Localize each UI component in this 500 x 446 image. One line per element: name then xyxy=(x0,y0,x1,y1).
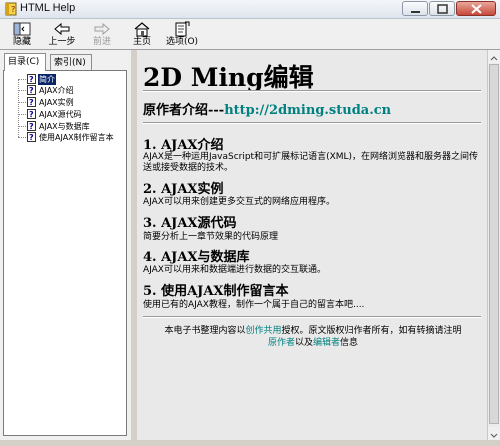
home-icon xyxy=(134,22,150,37)
options-document-icon xyxy=(175,21,190,37)
section-text: AJAX可以用来和数据端进行数据的交互联通。 xyxy=(143,265,326,275)
footer-text: 信息 xyxy=(340,338,359,348)
scroll-down-button[interactable] xyxy=(488,427,500,440)
tab-index[interactable]: 索引(N) xyxy=(50,54,92,70)
back-button[interactable]: 上一步 xyxy=(44,20,80,48)
divider xyxy=(143,122,481,124)
hide-pane-icon xyxy=(13,22,31,36)
tab-index-label: 索引(N) xyxy=(54,58,86,68)
minimize-button[interactable] xyxy=(402,1,428,16)
section-heading: 2. AJAX实例 xyxy=(143,182,224,197)
help-page-icon: ? xyxy=(27,85,36,95)
tree-connector xyxy=(18,79,26,80)
title-bar: ? HTML Help xyxy=(0,0,500,19)
tree-connector xyxy=(18,114,26,115)
svg-text:?: ? xyxy=(11,5,15,14)
svg-text:?: ? xyxy=(29,98,34,107)
back-arrow-icon xyxy=(54,22,70,36)
help-page-icon: ? xyxy=(27,121,36,131)
divider xyxy=(143,90,481,92)
options-button[interactable]: 选项(O) xyxy=(164,20,200,48)
help-page-icon: ? xyxy=(27,97,36,107)
options-label: 选项(O) xyxy=(165,37,199,47)
section-heading: 5. 使用AJAX制作留言本 xyxy=(143,284,289,299)
footer-text: 以及 xyxy=(294,338,313,348)
tree-item-label: AJAX实例 xyxy=(39,98,74,107)
page-title: 2D Ming编辑 xyxy=(143,63,314,92)
tree-item-label: AJAX与数据库 xyxy=(39,122,90,131)
footer-text: 授权。原文版权归作者所有，如有转摘请注明 xyxy=(281,326,462,336)
help-page-icon: ? xyxy=(27,132,36,142)
section-text: 使用已有的AJAX教程，制作一个属于自己的留言本吧.... xyxy=(143,300,365,310)
close-icon xyxy=(471,4,482,14)
content-pane: 2D Ming编辑 原作者介绍---http://2dming.studa.cn… xyxy=(137,50,487,440)
tree-item-label: AJAX源代码 xyxy=(39,110,82,119)
back-label: 上一步 xyxy=(48,37,76,47)
section-heading: 4. AJAX与数据库 xyxy=(143,250,250,265)
forward-arrow-icon xyxy=(94,22,110,36)
minimize-icon xyxy=(411,11,420,13)
toolbar: 隐藏 上一步 前进 主页 选项(O) xyxy=(0,19,500,50)
contents-tree[interactable]: ? 简介 ? AJAX介绍 ? AJAX实例 ? AJAX源代码 ? AJAX与… xyxy=(3,70,127,436)
scroll-thumb[interactable] xyxy=(489,64,499,424)
home-label: 主页 xyxy=(132,37,151,47)
tree-connector xyxy=(18,126,26,127)
arrow-down-icon xyxy=(490,433,498,438)
editor-link[interactable]: 编辑者 xyxy=(313,338,340,348)
section-text: AJAX是一种运用JavaScript和可扩展标记语言(XML)，在网络浏览器和… xyxy=(143,152,479,173)
tab-contents-label: 目录(C) xyxy=(8,57,40,67)
original-author-link[interactable]: 原作者 xyxy=(268,338,295,348)
content-scrollbar[interactable] xyxy=(487,50,500,440)
section-heading: 3. AJAX源代码 xyxy=(143,216,237,231)
author-link[interactable]: http://2dming.studa.cn xyxy=(224,103,391,118)
section-heading: 1. AJAX介绍 xyxy=(143,138,224,153)
tree-connector xyxy=(18,102,26,103)
hide-label: 隐藏 xyxy=(12,37,31,47)
license-footer: 本电子书整理内容以创作共用授权。原文版权归作者所有，如有转摘请注明 原作者以及编… xyxy=(143,325,483,349)
creative-commons-link[interactable]: 创作共用 xyxy=(245,326,281,336)
hide-button[interactable]: 隐藏 xyxy=(8,20,36,48)
tree-connector xyxy=(18,90,26,91)
svg-text:?: ? xyxy=(29,86,34,95)
tree-item-label: AJAX介绍 xyxy=(39,86,74,95)
svg-text:?: ? xyxy=(29,110,34,119)
navigation-pane: 目录(C) 索引(N) ? 简介 ? AJAX介绍 ? AJAX实例 ? AJA… xyxy=(0,50,131,440)
svg-text:?: ? xyxy=(29,75,34,84)
forward-label: 前进 xyxy=(92,37,111,47)
tree-connector xyxy=(18,137,26,138)
author-label: 原作者介绍--- xyxy=(143,103,225,118)
svg-text:?: ? xyxy=(29,133,34,142)
tree-item-label: 简介 xyxy=(38,74,56,85)
window-title: HTML Help xyxy=(20,2,76,14)
section-text: 简要分析上一章节效果的代码原理 xyxy=(143,232,279,242)
help-book-icon: ? xyxy=(5,2,17,16)
help-page-icon: ? xyxy=(27,109,36,119)
divider xyxy=(143,316,481,318)
tab-contents[interactable]: 目录(C) xyxy=(4,53,46,71)
footer-text: 本电子书整理内容以 xyxy=(164,326,246,336)
tree-item-label: 使用AJAX制作留言本 xyxy=(39,133,114,142)
tree-connector xyxy=(18,79,19,137)
close-button[interactable] xyxy=(456,1,496,16)
maximize-button[interactable] xyxy=(429,1,455,16)
help-page-icon: ? xyxy=(27,74,36,84)
svg-text:?: ? xyxy=(29,122,34,131)
author-line: 原作者介绍---http://2dming.studa.cn xyxy=(143,99,391,118)
forward-button[interactable]: 前进 xyxy=(88,20,116,48)
scroll-up-button[interactable] xyxy=(488,50,500,63)
section-text: AJAX可以用来创建更多交互式的网络应用程序。 xyxy=(143,197,335,207)
home-button[interactable]: 主页 xyxy=(128,20,156,48)
maximize-icon xyxy=(437,4,448,14)
